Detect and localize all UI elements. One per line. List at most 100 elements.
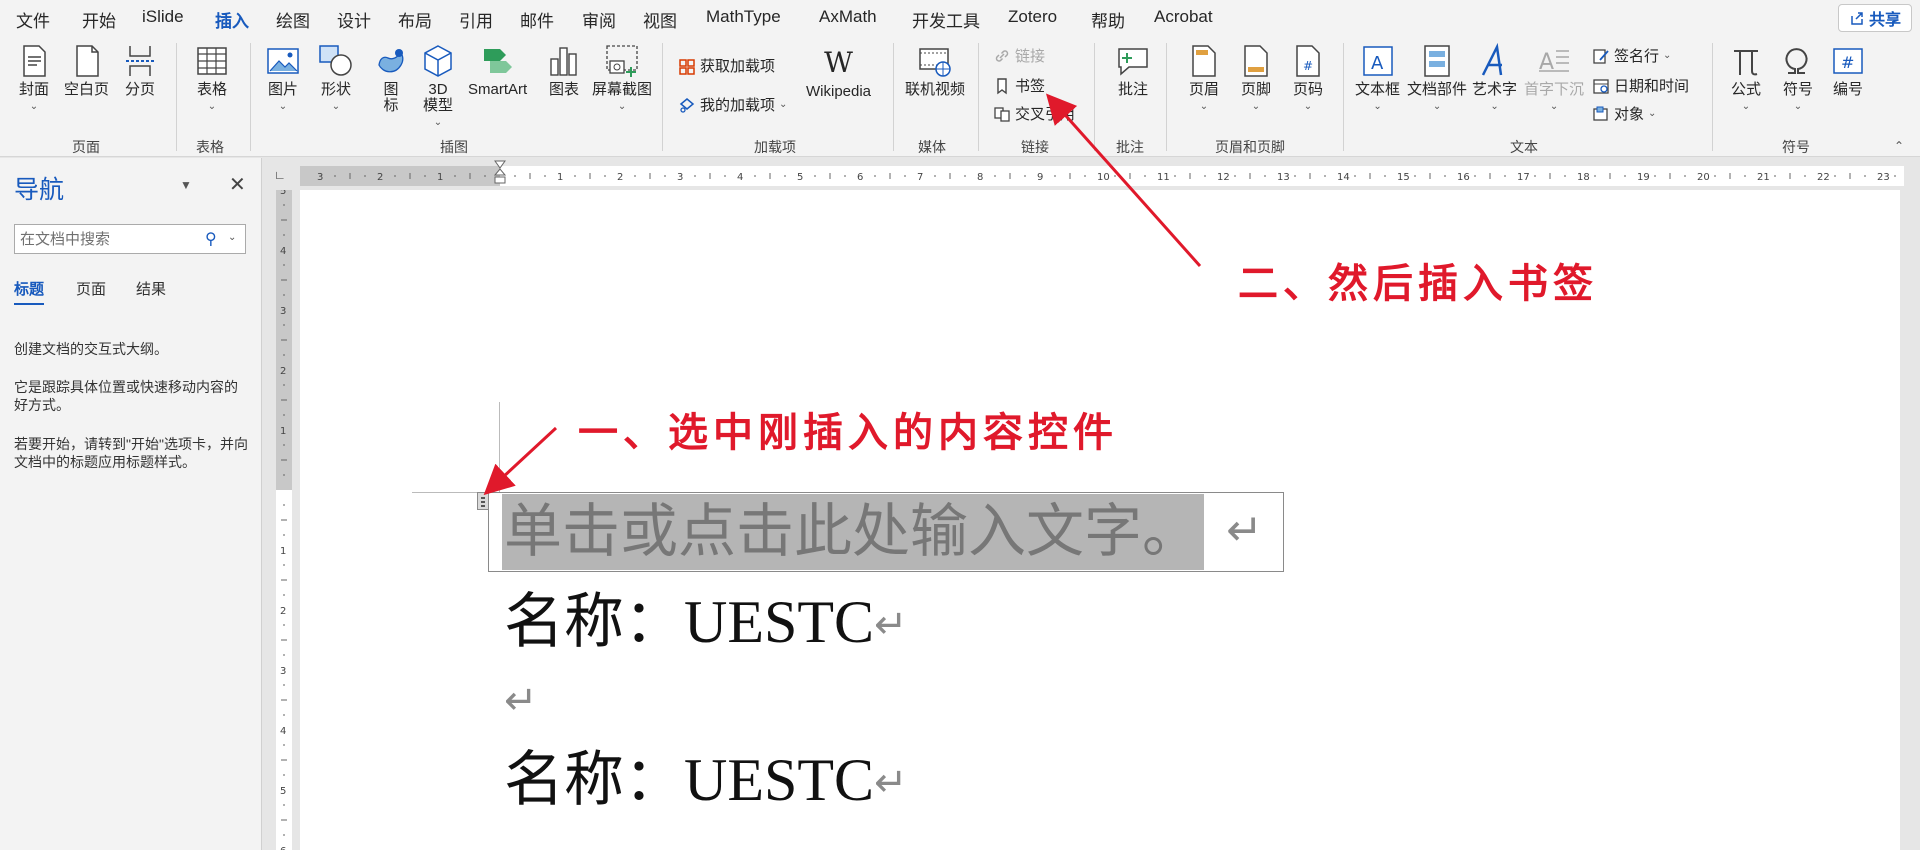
tab-layout[interactable]: 布局 <box>398 7 432 32</box>
number-button[interactable]: # 编号 <box>1830 43 1866 98</box>
ruler-label: 5 <box>280 786 286 797</box>
group-label-addins: 加载项 <box>754 139 796 155</box>
smartart-icon <box>483 49 512 73</box>
document-line[interactable]: 名称：UESTC↵ <box>504 731 908 818</box>
icons-button[interactable]: 图 标 <box>373 43 409 114</box>
tab-draw[interactable]: 绘图 <box>276 7 310 32</box>
ruler-label: 5 <box>797 172 803 183</box>
tab-help[interactable]: 帮助 <box>1091 7 1125 32</box>
nav-tab-headings[interactable]: 标题 <box>14 278 45 305</box>
nav-info-text: 创建文档的交互式大纲。 <box>14 341 168 357</box>
wikipedia-button[interactable]: W Wikipedia <box>806 45 871 100</box>
vertical-ruler[interactable]: 5 4 3 2 1 1 2 3 4 5 6 <box>276 190 292 850</box>
tab-design[interactable]: 设计 <box>337 7 371 32</box>
cross-reference-button[interactable]: 交叉引用 <box>993 103 1075 124</box>
tab-zotero[interactable]: Zotero <box>1008 7 1057 27</box>
tab-acrobat[interactable]: Acrobat <box>1154 7 1213 27</box>
ruler-label: 15 <box>1397 172 1410 183</box>
textbox-button[interactable]: A 文本框 ⌄ <box>1355 43 1400 115</box>
content-control-placeholder[interactable]: 单击或点击此处输入文字。 <box>502 494 1205 570</box>
symbol-button[interactable]: 符号 ⌄ <box>1780 43 1816 115</box>
group-separator <box>176 43 177 151</box>
ruler-label: 3 <box>280 666 286 677</box>
wordart-button[interactable]: 艺术字 ⌄ <box>1472 43 1517 115</box>
nav-options-chevron-icon[interactable]: ▼ <box>180 178 192 192</box>
document-line[interactable]: 名称：UESTC↵ <box>504 573 908 660</box>
link-button[interactable]: 链接 <box>993 45 1045 66</box>
3d-model-button[interactable]: 3D 模型 ⌄ <box>420 43 456 131</box>
paragraph-mark: ↵ <box>874 602 908 648</box>
annotation-step-1: 一、选中刚插入的内容控件 <box>578 410 1118 456</box>
online-video-button[interactable]: 联机视频 <box>905 43 965 98</box>
tab-review[interactable]: 审阅 <box>582 7 616 32</box>
page-number-button[interactable]: # 页码 ⌄ <box>1290 43 1326 115</box>
ruler-label: 12 <box>1217 172 1230 183</box>
share-button[interactable]: 共享 <box>1837 4 1912 32</box>
collapse-ribbon-icon[interactable]: ⌃ <box>1894 139 1904 153</box>
chevron-down-icon: ⌄ <box>207 101 217 112</box>
group-separator <box>662 43 663 151</box>
page-break-button[interactable]: 分页 <box>122 43 158 98</box>
smartart-button[interactable]: SmartArt <box>468 43 527 98</box>
cube-icon <box>424 45 452 77</box>
bookmark-button[interactable]: 书签 <box>993 75 1045 96</box>
horizontal-ruler[interactable]: 3 2 1 1 2 3 4 5 6 7 8 9 10 11 12 13 14 15 16 17 18 19 20 21 22 23 <box>300 166 1904 186</box>
screenshot-button[interactable]: 屏幕截图 ⌄ <box>592 43 652 115</box>
omega-icon <box>1785 48 1808 74</box>
ruler-label: 23 <box>1877 172 1890 183</box>
object-button[interactable]: 对象 ⌄ <box>1592 103 1656 124</box>
drop-cap-button[interactable]: A 首字下沉 ⌄ <box>1524 43 1584 115</box>
chart-button[interactable]: 图表 <box>546 43 582 98</box>
navigation-pane: 导航 ▼ ✕ ⚲ ⌄ 标题 页面 结果 创建文档的交互式大纲。 它是跟踪具体位置… <box>0 158 262 850</box>
tab-mailings[interactable]: 邮件 <box>520 7 554 32</box>
textbox-icon: A <box>1362 46 1393 76</box>
group-label-comments: 批注 <box>1116 139 1144 155</box>
signature-line-button[interactable]: 签名行 ⌄ <box>1592 45 1671 66</box>
chevron-down-icon[interactable]: ⌄ <box>228 232 236 243</box>
nav-tab-results[interactable]: 结果 <box>136 278 166 299</box>
my-addins-button[interactable]: 我的加载项 ⌄ <box>678 94 787 115</box>
tab-references[interactable]: 引用 <box>459 7 493 32</box>
date-time-button[interactable]: 日期和时间 <box>1592 75 1689 96</box>
tab-mathtype[interactable]: MathType <box>706 7 781 27</box>
indent-marker[interactable] <box>494 160 506 190</box>
quick-parts-button[interactable]: 文档部件 ⌄ <box>1407 43 1467 115</box>
group-separator <box>1094 43 1095 151</box>
comment-icon <box>1118 48 1148 76</box>
search-icon[interactable]: ⚲ <box>205 229 217 249</box>
group-label-tables: 表格 <box>196 139 224 155</box>
chevron-down-icon: ⌄ <box>1432 101 1442 112</box>
table-button[interactable]: 表格 ⌄ <box>194 43 230 115</box>
blank-page-button[interactable]: 空白页 <box>64 43 109 98</box>
comment-button[interactable]: 批注 <box>1115 43 1151 98</box>
tab-view[interactable]: 视图 <box>643 7 677 32</box>
cover-page-button[interactable]: 封面 ⌄ <box>16 43 52 115</box>
close-icon[interactable]: ✕ <box>229 172 246 197</box>
shapes-button[interactable]: 形状 ⌄ <box>318 43 354 115</box>
ruler-label: 7 <box>917 172 923 183</box>
ruler-label: 2 <box>280 366 286 377</box>
tab-islide[interactable]: iSlide <box>142 7 184 27</box>
tab-home[interactable]: 开始 <box>82 7 116 32</box>
tab-selector[interactable]: ∟ <box>274 168 288 182</box>
ruler-label: 4 <box>280 246 286 257</box>
get-addins-button[interactable]: 获取加载项 <box>678 55 775 76</box>
object-icon <box>1593 106 1608 121</box>
nav-tab-pages[interactable]: 页面 <box>76 278 106 299</box>
picture-button[interactable]: 图片 ⌄ <box>265 43 301 115</box>
tab-developer[interactable]: 开发工具 <box>912 7 980 32</box>
tab-insert[interactable]: 插入 <box>215 7 249 41</box>
drop-cap-icon: A <box>1539 50 1569 75</box>
header-icon <box>1192 45 1216 77</box>
document-line[interactable]: ↵ <box>504 660 538 729</box>
content-control-handle[interactable] <box>477 492 489 510</box>
nav-info-text: 若要开始，请转到"开始"选项卡，并向文档中的标题应用标题样式。 <box>14 436 248 470</box>
tab-axmath[interactable]: AxMath <box>819 7 877 27</box>
ruler-label: 16 <box>1457 172 1470 183</box>
chevron-down-icon: ⌄ <box>1663 50 1672 61</box>
header-button[interactable]: 页眉 ⌄ <box>1186 43 1222 115</box>
tab-file[interactable]: 文件 <box>16 7 50 32</box>
ruler-label: 3 <box>280 306 286 317</box>
equation-button[interactable]: 公式 ⌄ <box>1728 43 1764 115</box>
footer-button[interactable]: 页脚 ⌄ <box>1238 43 1274 115</box>
